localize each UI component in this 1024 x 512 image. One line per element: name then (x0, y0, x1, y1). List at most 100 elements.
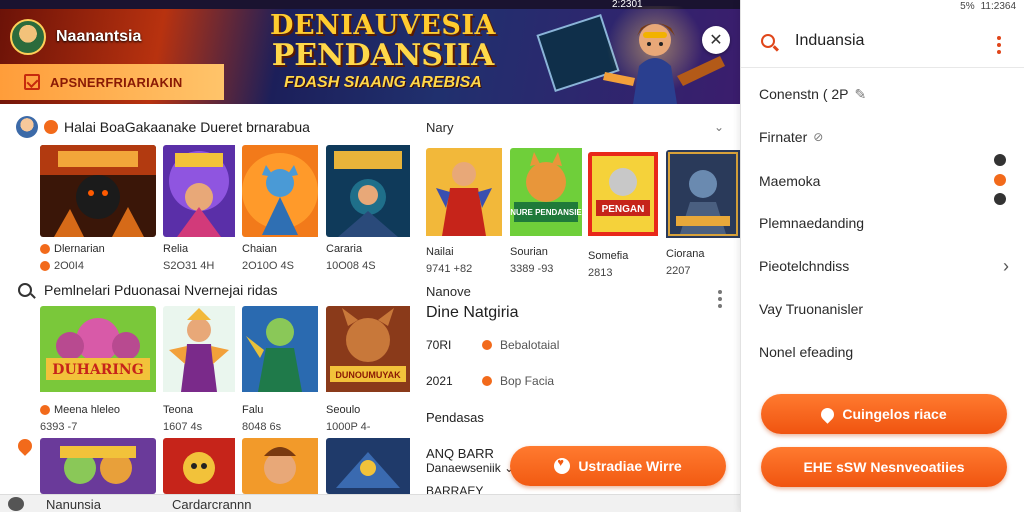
section-1-title[interactable]: Halai BoaGakaanake Dueret brnarabua (16, 116, 310, 138)
app-header[interactable]: Naanantsia (10, 18, 141, 56)
app-avatar[interactable] (10, 19, 46, 55)
status-battery: 5% (960, 0, 975, 12)
bottom-bar-left[interactable]: Nanunsia (46, 497, 101, 512)
game-meta: 6393 -7 (40, 420, 78, 433)
notification-icon[interactable] (994, 174, 1006, 186)
menu-item-label: Pieotelchndiss (759, 258, 850, 274)
promo-line-3: FDASH SIAANG AREBISA (284, 74, 482, 91)
more-options-icon[interactable] (997, 36, 1001, 57)
info-value: 2021 (426, 374, 453, 388)
game-meta: 2207 (666, 264, 691, 277)
menu-item[interactable]: Pieotelchndiss › (759, 254, 1009, 278)
app-name: Naanantsia (56, 28, 142, 45)
primary-cta-button[interactable]: Ustradiae Wirre (510, 446, 726, 486)
status-bar: 5% 11:2364 (960, 0, 1016, 12)
promo-line-2: PENDANSIIA (271, 38, 495, 73)
svg-text:NURE PENDANSIE: NURE PENDANSIE (510, 208, 582, 217)
primary-cta-label: Ustradiae Wirre (578, 458, 682, 474)
status-time-right: 11:2364 (980, 0, 1016, 12)
location-pin-icon (15, 436, 35, 456)
menu-item-label: Maemoka (759, 173, 821, 189)
game-name: Seoulo (326, 403, 361, 416)
menu-item[interactable]: Maemoka (759, 169, 1009, 193)
game-name: Meena hleleo (40, 403, 156, 416)
game-thumbnail[interactable] (326, 145, 442, 237)
info-row[interactable]: 2021 Bop Facia (426, 374, 554, 388)
settings-gear-icon[interactable] (994, 154, 1006, 166)
section-1-title-text: Halai BoaGakaanake Dueret brnarabua (64, 119, 310, 135)
main-app: Naanantsia APSNERFRIARIAKIN DENIAUVESIA … (0, 0, 740, 512)
section-2-title[interactable]: Pemlnelari Pduonasai Nvernejai ridas (18, 282, 277, 298)
location-pin-icon (818, 404, 838, 424)
game-meta: 2O0I4 (40, 259, 156, 272)
game-card[interactable]: DUHARING Meena hleleo 6393 -7 (40, 306, 156, 433)
hero-character-art (536, 6, 725, 104)
menu-item-label: Firnater (759, 129, 808, 145)
info-tag: Bop Facia (500, 374, 555, 388)
menu-item-label: Nonel efeading (759, 344, 854, 360)
info-tag: Bebalotaial (500, 338, 560, 352)
user-avatar-icon (16, 116, 38, 138)
game-thumbnail[interactable] (40, 145, 156, 237)
menu-item[interactable]: Nonel efeading (759, 340, 1009, 364)
status-dot-icon (482, 376, 492, 386)
status-time: 2:2301 (612, 0, 643, 10)
panel-secondary-button-label: EHE sSW Nesnveoatiies (803, 459, 965, 475)
game-name: Dlernarian (40, 242, 156, 255)
promo-headline: DENIAUVESIA PENDANSIIA FDASH SIAANG AREB… (268, 12, 498, 94)
badge-icon (44, 120, 58, 134)
status-bar-mini: 2:2301 (612, 0, 643, 10)
panel-primary-button-label: Cuingelos riace (842, 406, 947, 422)
search-icon (18, 283, 32, 297)
search-icon[interactable] (761, 34, 775, 48)
svg-text:DUNOUMUYAK: DUNOUMUYAK (335, 370, 401, 380)
game-thumbnail[interactable]: DUHARING (40, 306, 156, 398)
info-title: Dine Natgiria (426, 304, 519, 321)
pill-label: APSNERFRIARIAKIN (50, 74, 183, 90)
game-card[interactable]: Cararia 10O08 4S (326, 145, 442, 272)
game-card[interactable]: Dlernarian 2O0I4 (40, 145, 156, 272)
game-card[interactable]: Ciorana 2207 (666, 150, 740, 277)
menu-item[interactable]: Conenstn ( 2P ✎ (759, 82, 1009, 106)
svg-text:DUHARING: DUHARING (52, 362, 143, 378)
game-card[interactable] (40, 438, 156, 494)
game-meta: 10O08 4S (326, 259, 376, 272)
more-options-icon[interactable] (718, 290, 722, 311)
game-thumbnail[interactable] (666, 150, 740, 242)
menu-item[interactable]: Firnater ⊘ (759, 125, 1009, 149)
game-thumbnail[interactable]: DUNOUMUYAK (326, 306, 442, 398)
bottom-bar-middle[interactable]: Cardarcrannn (172, 497, 252, 512)
panel-search-bar[interactable]: Induansia (741, 14, 1024, 68)
edit-icon: ✎ (854, 85, 867, 102)
checkbox-icon (24, 74, 40, 90)
svg-text:PENGAN: PENGAN (602, 204, 645, 215)
promo-banner[interactable]: Naanantsia APSNERFRIARIAKIN DENIAUVESIA … (0, 0, 740, 104)
menu-item[interactable]: Plemnaedanding (759, 211, 1009, 235)
game-card[interactable] (326, 438, 442, 494)
close-banner-button[interactable]: ✕ (702, 26, 730, 54)
section-1-side-label[interactable]: Nary (426, 120, 453, 135)
promo-line-1: DENIAUVESIA (270, 10, 496, 41)
info-value: 70RI (426, 338, 452, 352)
info-label: Pendasas (426, 410, 484, 425)
status-dot-icon (482, 340, 492, 350)
bottom-bar: Nanunsia Cardarcrannn (0, 494, 740, 512)
share-icon[interactable] (994, 193, 1006, 205)
collapse-chevron-icon[interactable]: ⌄ (714, 120, 724, 134)
menu-item-label: Plemnaedanding (759, 215, 865, 231)
game-card[interactable]: DUNOUMUYAK Seoulo 1000P 4- (326, 306, 442, 433)
panel-primary-button[interactable]: Cuingelos riace (761, 394, 1007, 434)
section-2-title-text: Pemlnelari Pduonasai Nvernejai ridas (44, 282, 278, 298)
info-circle-icon: ⊘ (813, 130, 824, 144)
chevron-right-icon[interactable]: › (1003, 256, 1009, 277)
heart-icon (554, 457, 571, 474)
game-thumbnail[interactable] (40, 438, 156, 494)
game-thumbnail[interactable] (326, 438, 442, 494)
section-2-side-label[interactable]: Nanove (426, 284, 471, 299)
panel-secondary-button[interactable]: EHE sSW Nesnveoatiies (761, 447, 1007, 487)
banner-action-pill[interactable]: APSNERFRIARIAKIN (0, 64, 224, 100)
menu-item[interactable]: Vay Truonanisler (759, 297, 1009, 321)
panel-search-text[interactable]: Induansia (795, 32, 864, 50)
info-row[interactable]: 70RI Bebalotaial (426, 338, 559, 352)
profile-icon[interactable] (8, 497, 24, 511)
